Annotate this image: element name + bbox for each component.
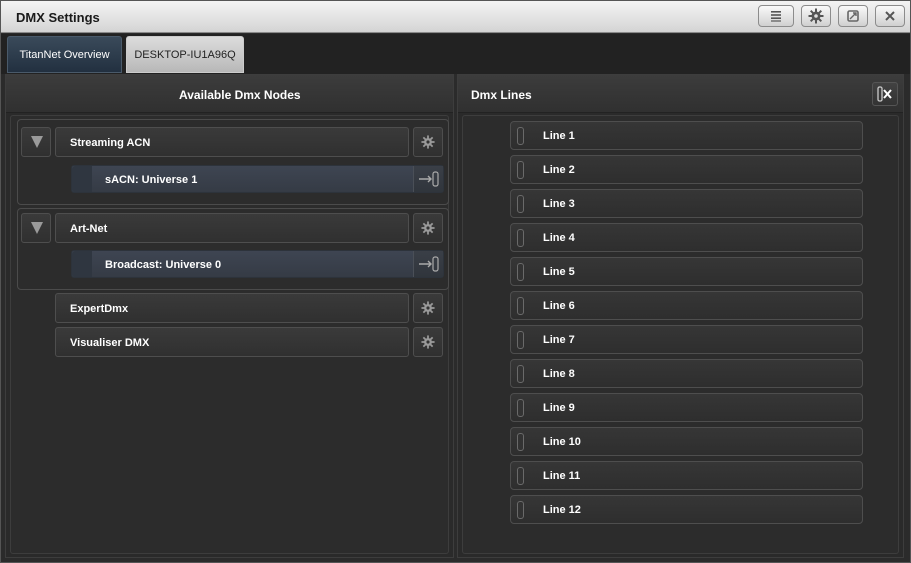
line-label: Line 10 — [543, 436, 581, 448]
tab-titannet-overview[interactable]: TitanNet Overview — [7, 36, 122, 73]
drag-handle[interactable] — [517, 229, 524, 247]
drag-handle[interactable] — [517, 127, 524, 145]
dmx-line-item[interactable]: Line 12 — [510, 495, 863, 524]
line-label: Line 2 — [543, 164, 575, 176]
connect-line-button[interactable] — [413, 166, 443, 192]
universe-label: Broadcast: Universe 0 — [105, 259, 222, 271]
node-group-art-net: Art-Net Broadcast: Universe 0 — [17, 208, 449, 290]
drag-handle[interactable] — [517, 467, 524, 485]
window-title: DMX Settings — [16, 10, 100, 25]
drag-handle[interactable] — [72, 251, 92, 277]
expand-button[interactable] — [21, 213, 51, 243]
close-button[interactable] — [875, 5, 905, 27]
line-label: Line 6 — [543, 300, 575, 312]
node-group-streaming-acn: Streaming ACN sACN: Universe 1 — [17, 119, 449, 205]
restore-window-icon — [847, 10, 859, 22]
triangle-down-icon — [31, 222, 43, 234]
line-label: Line 1 — [543, 130, 575, 142]
line-label: Line 4 — [543, 232, 575, 244]
node-settings-button[interactable] — [413, 213, 443, 243]
gear-icon — [808, 8, 824, 24]
drag-handle[interactable] — [72, 166, 92, 192]
dmx-line-item[interactable]: Line 2 — [510, 155, 863, 184]
gear-icon — [421, 335, 435, 349]
panel-title: Dmx Lines — [471, 88, 532, 102]
universe-label: sACN: Universe 1 — [105, 174, 198, 186]
node-label: Streaming ACN — [70, 137, 151, 149]
line-label: Line 5 — [543, 266, 575, 278]
gear-icon — [421, 135, 435, 149]
restore-button[interactable] — [838, 5, 868, 27]
nodes-list: Streaming ACN sACN: Universe 1 Art-Net B… — [10, 115, 449, 554]
disconnect-icon — [877, 86, 892, 102]
tab-bar: TitanNet Overview DESKTOP-IU1A96Q — [1, 34, 910, 74]
node-label: ExpertDmx — [70, 303, 129, 315]
node-art-net[interactable]: Art-Net — [55, 213, 409, 243]
universe-sacn-1[interactable]: sACN: Universe 1 — [71, 165, 444, 193]
dmx-line-item[interactable]: Line 1 — [510, 121, 863, 150]
drag-handle[interactable] — [517, 399, 524, 417]
dmx-line-item[interactable]: Line 9 — [510, 393, 863, 422]
dmx-line-item[interactable]: Line 7 — [510, 325, 863, 354]
dmx-line-item[interactable]: Line 4 — [510, 223, 863, 252]
node-streaming-acn[interactable]: Streaming ACN — [55, 127, 409, 157]
node-settings-button[interactable] — [413, 327, 443, 357]
panel-header: Available Dmx Nodes — [6, 75, 453, 113]
dmx-line-item[interactable]: Line 6 — [510, 291, 863, 320]
triangle-down-icon — [31, 136, 43, 148]
settings-button[interactable] — [801, 5, 831, 27]
dmx-line-item[interactable]: Line 10 — [510, 427, 863, 456]
disconnect-all-button[interactable] — [872, 82, 898, 106]
lines-list: Line 1 Line 2 Line 3 Line 4 Line 5 Line 6 Line… — [462, 115, 899, 554]
line-label: Line 3 — [543, 198, 575, 210]
gear-icon — [421, 221, 435, 235]
dmx-line-item[interactable]: Line 5 — [510, 257, 863, 286]
dmx-settings-window: DMX Settings TitanNet Overview DESKTOP-I… — [0, 0, 911, 563]
gear-icon — [421, 301, 435, 315]
drag-handle[interactable] — [517, 297, 524, 315]
line-label: Line 8 — [543, 368, 575, 380]
drag-handle[interactable] — [517, 263, 524, 281]
dmx-line-item[interactable]: Line 11 — [510, 461, 863, 490]
drag-handle[interactable] — [517, 365, 524, 383]
line-label: Line 9 — [543, 402, 575, 414]
menu-lines-icon — [771, 11, 781, 22]
title-bar: DMX Settings — [1, 1, 910, 33]
drag-handle[interactable] — [517, 501, 524, 519]
dmx-lines-panel: Dmx Lines Line 1 Line 2 Line 3 Line 4 Line 5… — [457, 74, 904, 558]
node-label: Art-Net — [70, 223, 108, 235]
dmx-line-item[interactable]: Line 8 — [510, 359, 863, 388]
dmx-line-item[interactable]: Line 3 — [510, 189, 863, 218]
node-visualiser-dmx[interactable]: Visualiser DMX — [55, 327, 409, 357]
panel-header: Dmx Lines — [458, 75, 903, 113]
connect-line-button[interactable] — [413, 251, 443, 277]
universe-broadcast-0[interactable]: Broadcast: Universe 0 — [71, 250, 444, 278]
node-settings-button[interactable] — [413, 127, 443, 157]
line-label: Line 11 — [543, 470, 581, 482]
line-label: Line 12 — [543, 504, 581, 516]
arrow-connect-icon — [418, 256, 439, 272]
close-icon — [885, 11, 895, 21]
tab-desktop[interactable]: DESKTOP-IU1A96Q — [126, 36, 244, 73]
drag-handle[interactable] — [517, 195, 524, 213]
node-expertdmx[interactable]: ExpertDmx — [55, 293, 409, 323]
node-label: Visualiser DMX — [70, 337, 150, 349]
available-dmx-nodes-panel: Available Dmx Nodes Streaming ACN sACN: … — [5, 74, 454, 558]
expand-button[interactable] — [21, 127, 51, 157]
line-label: Line 7 — [543, 334, 575, 346]
drag-handle[interactable] — [517, 331, 524, 349]
arrow-connect-icon — [418, 171, 439, 187]
menu-button[interactable] — [758, 5, 794, 27]
panel-title: Available Dmx Nodes — [179, 88, 301, 102]
drag-handle[interactable] — [517, 433, 524, 451]
node-settings-button[interactable] — [413, 293, 443, 323]
drag-handle[interactable] — [517, 161, 524, 179]
